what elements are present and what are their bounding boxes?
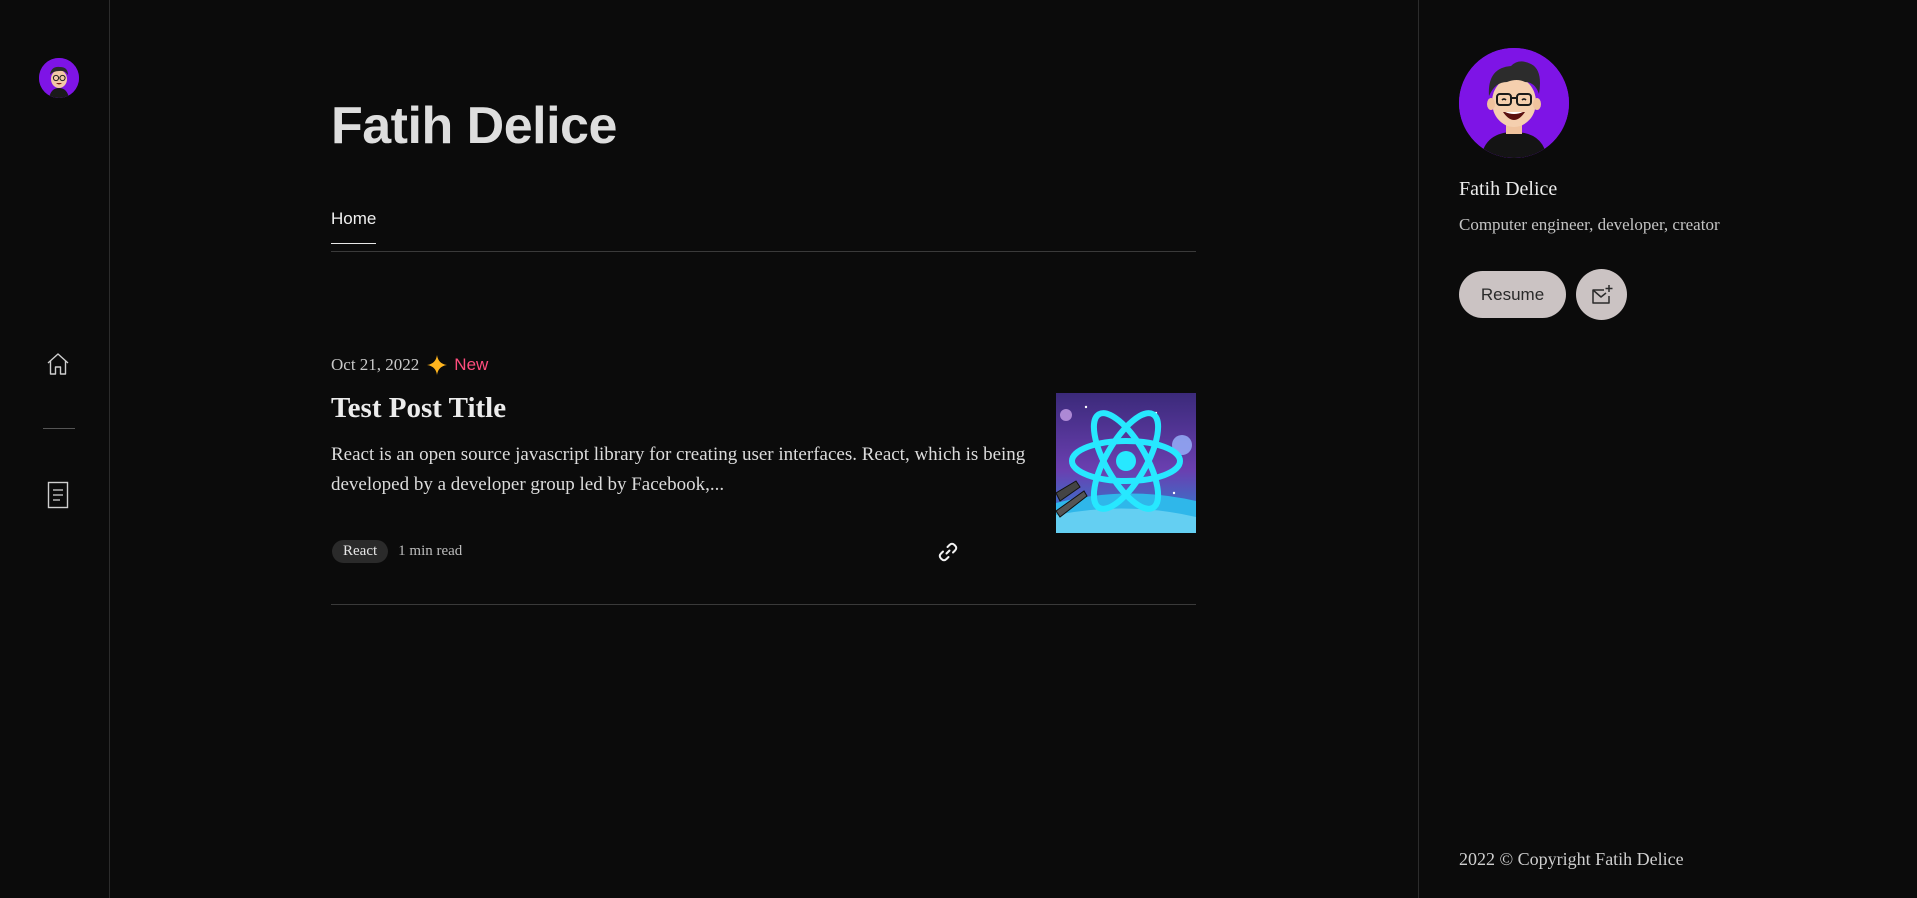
document-icon (47, 481, 69, 509)
copy-link-button[interactable] (935, 539, 961, 565)
post-thumbnail[interactable] (1056, 393, 1196, 533)
home-icon (47, 353, 69, 375)
rail-avatar[interactable] (39, 58, 79, 98)
read-time: 1 min read (398, 543, 463, 559)
link-icon (938, 542, 958, 562)
post-meta: Oct 21, 2022 New (331, 354, 488, 376)
avatar-illustration (1459, 48, 1569, 158)
tag-chip[interactable]: React (332, 540, 389, 563)
mail-plus-icon (1591, 284, 1612, 304)
post-excerpt: React is an open source javascript libra… (331, 444, 1026, 495)
rail-home-button[interactable] (40, 346, 76, 382)
tab-bar: Home (331, 206, 1196, 252)
rail-divider (43, 428, 75, 429)
rail-posts-button[interactable] (40, 477, 76, 513)
new-badge: New (454, 355, 489, 374)
site-title: Fatih Delice (331, 97, 617, 155)
resume-button[interactable]: Resume (1459, 271, 1566, 318)
profile-avatar (1459, 48, 1569, 158)
contact-button[interactable] (1576, 269, 1627, 320)
profile-panel: Fatih Delice Computer engineer, develope… (1418, 0, 1917, 898)
post-footer: React 1 min read (332, 540, 462, 563)
react-logo-icon (1056, 393, 1196, 533)
post-date: Oct 21, 2022 (331, 355, 420, 374)
post-card: Oct 21, 2022 New Test Post Title React i… (331, 350, 1196, 605)
profile-bio: Computer engineer, developer, creator (1459, 215, 1720, 234)
left-rail (0, 0, 110, 898)
post-title[interactable]: Test Post Title (331, 392, 506, 425)
avatar-illustration (39, 58, 79, 98)
tab-home[interactable]: Home (331, 209, 377, 244)
profile-name: Fatih Delice (1459, 178, 1558, 200)
sparkle-icon (427, 355, 448, 375)
copyright-text: 2022 © Copyright Fatih Delice (1459, 849, 1684, 869)
